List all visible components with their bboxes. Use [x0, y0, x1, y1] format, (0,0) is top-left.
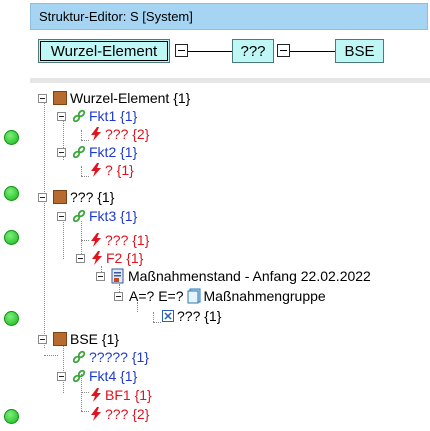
collapse-box-icon[interactable] [175, 44, 188, 57]
lightning-icon [91, 388, 101, 402]
root-square-icon [53, 190, 67, 204]
tree-guide-line [81, 392, 89, 393]
lightning-icon [91, 407, 101, 421]
tree-node-label: F2 {1} [106, 250, 144, 266]
tree-node-measure[interactable]: ??? {1} [162, 307, 221, 325]
tree-node-element[interactable]: BSE {1} [38, 330, 119, 348]
tree-node-label: ??? {2} [105, 406, 150, 422]
link-icon [72, 369, 86, 383]
structure-box-unknown[interactable]: ??? [232, 39, 274, 63]
collapse-toggle-icon[interactable] [38, 192, 47, 202]
collapse-toggle-icon[interactable] [76, 253, 85, 263]
link-icon [72, 350, 86, 364]
tree-guide-line [44, 355, 58, 356]
tree-node-error[interactable]: ??? {1} [90, 231, 149, 249]
root-square-icon [53, 91, 67, 105]
tree-node-label: BF1 {1} [105, 387, 152, 403]
separator [30, 78, 430, 83]
tree-node-function[interactable]: Fkt1 {1} [57, 107, 137, 125]
document-icon [111, 268, 124, 284]
tree-node-label: Fkt2 {1} [89, 144, 138, 160]
tree-node-label: Fkt4 {1} [89, 368, 138, 384]
tree-node-label: ????? {1} [89, 349, 149, 365]
collapse-toggle-icon[interactable] [114, 291, 123, 301]
tree-node-label: Fkt3 {1} [89, 208, 138, 224]
tree-node-label: Maßnahmenstand - Anfang 22.02.2022 [128, 268, 371, 284]
status-ok-icon [4, 409, 19, 424]
tree-node-label: BSE {1} [70, 331, 120, 347]
tree-node-element[interactable]: ??? {1} [38, 188, 114, 206]
tree-node-label: ??? {1} [105, 232, 150, 248]
tree-node-error[interactable]: F2 {1} [76, 249, 143, 267]
collapse-toggle-icon[interactable] [38, 93, 47, 103]
structure-bar: Wurzel-Element ??? BSE [38, 39, 388, 65]
tree-guide-line [81, 176, 89, 177]
tree-node-label: Wurzel-Element {1} [70, 90, 191, 106]
connector-line [290, 51, 335, 52]
structure-box-root[interactable]: Wurzel-Element [38, 39, 170, 63]
tree-node-error[interactable]: BF1 {1} [90, 386, 152, 404]
tree-node-function[interactable]: Fkt4 {1} [57, 367, 137, 385]
lightning-icon [92, 251, 102, 265]
lightning-icon [91, 233, 101, 247]
collapse-toggle-icon[interactable] [38, 334, 47, 344]
tree-node-prefix: A=? E=? [129, 288, 184, 304]
window-title: Struktur-Editor: S [System] [30, 3, 428, 30]
tree-node-label: ??? {1} [177, 308, 222, 324]
link-icon [72, 145, 86, 159]
book-icon [187, 288, 200, 304]
lightning-icon [91, 163, 101, 177]
tree-node-function[interactable]: Fkt2 {1} [57, 143, 137, 161]
status-ok-icon [4, 311, 19, 326]
collapse-toggle-icon[interactable] [57, 147, 66, 157]
tree-guide-line [81, 130, 82, 140]
status-ok-icon [4, 130, 19, 145]
link-icon [72, 209, 86, 223]
tree-node-root[interactable]: Wurzel-Element {1} [38, 89, 190, 107]
status-ok-icon [4, 186, 19, 201]
tree-node-error[interactable]: ??? {2} [90, 405, 149, 423]
tree-node-label: Maßnahmengruppe [203, 288, 326, 304]
tree-guide-line [81, 140, 89, 141]
connector-line [188, 51, 232, 52]
tree-node-function[interactable]: ????? {1} [72, 348, 149, 366]
tree-guide-line [81, 166, 82, 176]
collapse-toggle-icon[interactable] [57, 211, 66, 221]
collapse-toggle-icon[interactable] [96, 271, 105, 281]
tree-node-function[interactable]: Fkt3 {1} [57, 207, 137, 225]
lightning-icon [91, 127, 101, 141]
tree-node-error[interactable]: ??? {2} [90, 125, 149, 143]
collapse-toggle-icon[interactable] [57, 371, 66, 381]
tree-guide-line [153, 312, 154, 322]
checkbox-icon[interactable] [162, 310, 174, 322]
collapse-toggle-icon[interactable] [57, 111, 66, 121]
tree-guide-line [81, 240, 89, 241]
tree-node-error[interactable]: ? {1} [90, 161, 134, 179]
root-square-icon [53, 332, 67, 346]
tree-guide-line [44, 95, 45, 348]
link-icon [72, 109, 86, 123]
tree-node-label: ? {1} [105, 162, 134, 178]
tree-node-label: ??? {1} [70, 189, 115, 205]
tree-guide-line [153, 322, 161, 323]
status-ok-icon [4, 230, 19, 245]
tree-node-label: Fkt1 {1} [89, 108, 138, 124]
tree-node-measure-status[interactable]: Maßnahmenstand - Anfang 22.02.2022 [96, 267, 371, 285]
collapse-box-icon[interactable] [277, 44, 290, 57]
tree-node-measure-group[interactable]: A=? E=? Maßnahmengruppe [114, 287, 326, 305]
tree-node-label: ??? {2} [105, 126, 150, 142]
tree-guide-line [81, 411, 89, 412]
structure-box-bse[interactable]: BSE [335, 39, 384, 63]
